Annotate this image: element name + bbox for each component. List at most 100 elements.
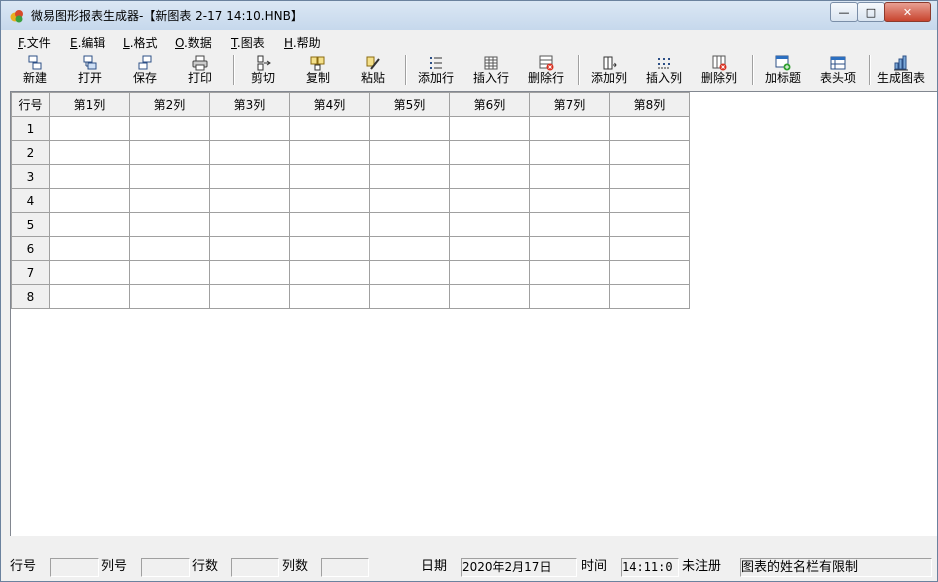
grid-cell[interactable] xyxy=(609,116,690,141)
column-header[interactable]: 第3列 xyxy=(209,92,290,117)
grid-cell[interactable] xyxy=(289,284,370,309)
add-column-button[interactable]: 添加列 xyxy=(583,53,635,87)
grid-cell[interactable] xyxy=(129,164,210,189)
row-header[interactable]: 4 xyxy=(11,188,50,213)
grid-cell[interactable] xyxy=(369,212,450,237)
grid-cell[interactable] xyxy=(609,140,690,165)
menu-edit[interactable]: E.编辑 xyxy=(70,34,105,51)
row-header[interactable]: 7 xyxy=(11,260,50,285)
grid-cell[interactable] xyxy=(49,140,130,165)
grid-cell[interactable] xyxy=(529,164,610,189)
insert-row-button[interactable]: 插入行 xyxy=(465,53,517,87)
grid-cell[interactable] xyxy=(49,236,130,261)
cut-button[interactable]: 剪切 xyxy=(237,53,289,87)
column-header[interactable]: 第8列 xyxy=(609,92,690,117)
column-header[interactable]: 第4列 xyxy=(289,92,370,117)
grid-cell[interactable] xyxy=(289,212,370,237)
grid-cell[interactable] xyxy=(129,116,210,141)
open-button[interactable]: 打开 xyxy=(64,53,116,87)
grid-cell[interactable] xyxy=(609,188,690,213)
grid-cell[interactable] xyxy=(209,236,290,261)
grid-cell[interactable] xyxy=(209,284,290,309)
column-header[interactable]: 第5列 xyxy=(369,92,450,117)
grid-cell[interactable] xyxy=(609,236,690,261)
grid-cell[interactable] xyxy=(369,236,450,261)
grid-cell[interactable] xyxy=(49,260,130,285)
menu-data[interactable]: O.数据 xyxy=(175,34,212,51)
grid-cell[interactable] xyxy=(209,140,290,165)
grid-cell[interactable] xyxy=(289,188,370,213)
delete-column-button[interactable]: 删除列 xyxy=(693,53,745,87)
grid-cell[interactable] xyxy=(529,260,610,285)
minimize-button[interactable]: — xyxy=(830,2,858,22)
grid-cell[interactable] xyxy=(449,212,530,237)
grid-cell[interactable] xyxy=(609,260,690,285)
grid-cell[interactable] xyxy=(209,212,290,237)
new-button[interactable]: 新建 xyxy=(9,53,61,87)
grid-cell[interactable] xyxy=(289,164,370,189)
grid-cell[interactable] xyxy=(369,164,450,189)
grid-cell[interactable] xyxy=(49,164,130,189)
grid-cell[interactable] xyxy=(289,260,370,285)
add-title-button[interactable]: 加标题 xyxy=(757,53,809,87)
column-header[interactable]: 第6列 xyxy=(449,92,530,117)
row-header[interactable]: 8 xyxy=(11,284,50,309)
grid-cell[interactable] xyxy=(609,212,690,237)
column-header[interactable]: 第7列 xyxy=(529,92,610,117)
generate-chart-button[interactable]: 生成图表 xyxy=(875,53,927,87)
grid-cell[interactable] xyxy=(529,212,610,237)
grid-cell[interactable] xyxy=(289,140,370,165)
row-header[interactable]: 3 xyxy=(11,164,50,189)
add-row-button[interactable]: 添加行 xyxy=(410,53,462,87)
grid-cell[interactable] xyxy=(129,260,210,285)
grid-cell[interactable] xyxy=(209,164,290,189)
paste-button[interactable]: 粘贴 xyxy=(347,53,399,87)
menu-chart[interactable]: T.图表 xyxy=(231,34,265,51)
insert-column-button[interactable]: 插入列 xyxy=(638,53,690,87)
row-header[interactable]: 2 xyxy=(11,140,50,165)
grid-cell[interactable] xyxy=(289,236,370,261)
grid-cell[interactable] xyxy=(129,188,210,213)
grid-cell[interactable] xyxy=(49,188,130,213)
grid-cell[interactable] xyxy=(449,260,530,285)
grid-cell[interactable] xyxy=(529,116,610,141)
grid-cell[interactable] xyxy=(449,140,530,165)
grid-cell[interactable] xyxy=(49,116,130,141)
menu-file[interactable]: F.文件 xyxy=(18,34,51,51)
maximize-button[interactable]: □ xyxy=(857,2,885,22)
grid-cell[interactable] xyxy=(449,116,530,141)
grid-cell[interactable] xyxy=(209,116,290,141)
grid-cell[interactable] xyxy=(529,140,610,165)
grid-cell[interactable] xyxy=(49,212,130,237)
grid-cell[interactable] xyxy=(369,284,450,309)
grid-cell[interactable] xyxy=(449,188,530,213)
grid-cell[interactable] xyxy=(209,188,290,213)
close-button[interactable]: ✕ xyxy=(884,2,931,22)
grid-cell[interactable] xyxy=(529,236,610,261)
save-button[interactable]: 保存 xyxy=(119,53,171,87)
grid-cell[interactable] xyxy=(449,164,530,189)
grid-cell[interactable] xyxy=(129,140,210,165)
grid-cell[interactable] xyxy=(129,236,210,261)
spreadsheet-area[interactable]: 行号 第1列 第2列 第3列 第4列 第5列 第6列 第7列 第8列 12345… xyxy=(10,91,937,536)
grid-cell[interactable] xyxy=(209,260,290,285)
delete-row-button[interactable]: 删除行 xyxy=(520,53,572,87)
grid-cell[interactable] xyxy=(449,236,530,261)
grid-cell[interactable] xyxy=(369,188,450,213)
row-header[interactable]: 6 xyxy=(11,236,50,261)
row-header[interactable]: 5 xyxy=(11,212,50,237)
corner-header[interactable]: 行号 xyxy=(11,92,50,117)
column-header[interactable]: 第1列 xyxy=(49,92,130,117)
grid-cell[interactable] xyxy=(529,284,610,309)
column-header[interactable]: 第2列 xyxy=(129,92,210,117)
row-header[interactable]: 1 xyxy=(11,116,50,141)
grid-cell[interactable] xyxy=(369,140,450,165)
grid-cell[interactable] xyxy=(129,212,210,237)
grid-cell[interactable] xyxy=(289,116,370,141)
grid-cell[interactable] xyxy=(529,188,610,213)
grid-cell[interactable] xyxy=(49,284,130,309)
grid-cell[interactable] xyxy=(369,116,450,141)
grid-cell[interactable] xyxy=(609,284,690,309)
grid-cell[interactable] xyxy=(369,260,450,285)
copy-button[interactable]: 复制 xyxy=(292,53,344,87)
